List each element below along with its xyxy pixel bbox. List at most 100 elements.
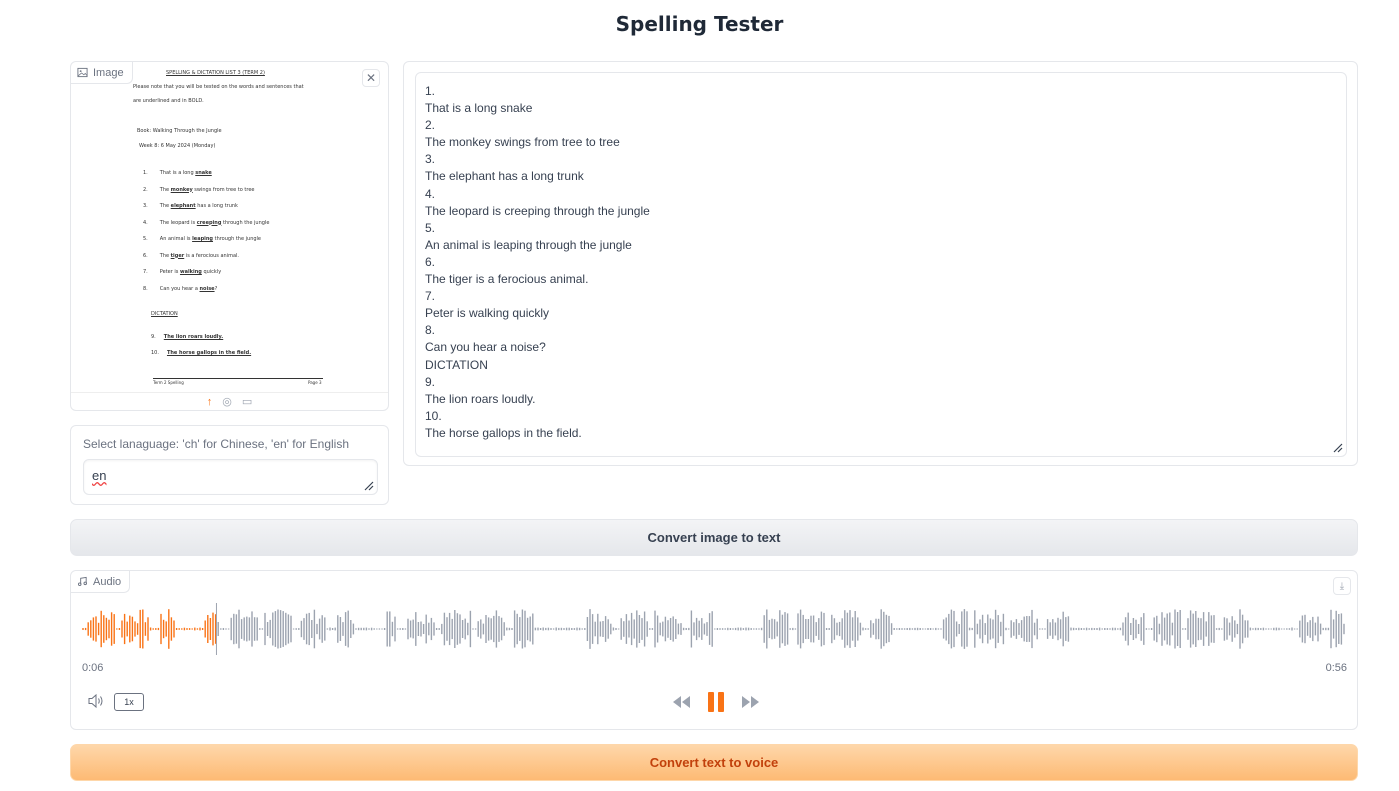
page-title: Spelling Tester <box>615 12 784 36</box>
output-line: 5. <box>425 220 436 235</box>
doc-item-number: 5. <box>143 236 148 242</box>
output-line: The horse gallops in the field. <box>425 425 582 440</box>
download-icon: ⤓ <box>1339 580 1345 592</box>
doc-item-text: ? <box>214 285 218 292</box>
doc-item-text: is a ferocious animal. <box>184 252 239 259</box>
doc-item-number: 4. <box>143 219 148 226</box>
doc-item-word: noise <box>199 285 215 292</box>
doc-item-number: 6. <box>143 252 148 259</box>
doc-item: 1. That is a long snake <box>143 170 212 176</box>
clear-image-button[interactable]: ✕ <box>362 69 380 87</box>
doc-item-text: Can you hear a <box>159 285 200 292</box>
output-textarea[interactable]: 1. That is a long snake 2. The monkey swing… <box>415 72 1347 457</box>
doc-item-number: 9. <box>151 334 156 340</box>
doc-item: 3. The elephant has a long trunk <box>143 203 238 209</box>
image-block-label: Image <box>71 62 133 84</box>
download-audio-button[interactable]: ⤓ <box>1333 577 1351 595</box>
music-icon <box>78 576 87 586</box>
resize-handle-icon[interactable] <box>1331 441 1343 453</box>
doc-item-text: through the jungle <box>221 219 270 226</box>
output-line: That is a long snake <box>425 101 533 116</box>
output-line: 9. <box>425 374 436 389</box>
doc-item-text: quickly <box>201 269 222 275</box>
rewind-icon[interactable] <box>671 695 691 709</box>
output-line: The leopard is creeping through the jung… <box>425 203 650 218</box>
doc-footer-right: Page 3 <box>308 380 322 385</box>
doc-intro-1: Please note that you will be tested on t… <box>133 84 304 90</box>
doc-dictation-text: The lion roars loudly. <box>163 334 224 340</box>
output-line: 7. <box>425 289 436 304</box>
doc-heading: SPELLING & DICTATION LIST 3 (TERM 2) <box>166 70 265 76</box>
image-label-text: Image <box>93 66 124 79</box>
close-icon: ✕ <box>365 71 377 85</box>
output-line: 10. <box>425 408 442 423</box>
doc-item-text: An animal is <box>159 236 193 242</box>
output-text-panel: 1. That is a long snake 2. The monkey swing… <box>403 61 1358 466</box>
duration-time: 0:56 <box>1325 662 1347 674</box>
convert-text-to-voice-button[interactable]: Convert text to voice <box>70 744 1358 781</box>
doc-item-text: swings from tree to tree <box>192 186 255 193</box>
doc-item-text: through the jungle <box>213 236 262 242</box>
doc-item-text: Peter is <box>159 269 180 275</box>
pause-icon[interactable] <box>707 691 725 713</box>
doc-item-number: 8. <box>143 285 148 292</box>
doc-item: 5. An animal is leaping through the jungl… <box>143 236 261 242</box>
doc-item-word: walking <box>179 269 202 275</box>
output-line: 2. <box>425 118 436 133</box>
doc-week: Week 8: 6 May 2024 (Monday) <box>139 143 216 149</box>
doc-item-word: creeping <box>196 219 222 226</box>
audio-block-label: Audio <box>71 571 131 593</box>
upload-icon[interactable]: ↑ <box>207 396 213 408</box>
fast-forward-icon[interactable] <box>741 695 761 709</box>
audio-waveform[interactable] <box>81 601 1347 657</box>
doc-item-number: 3. <box>143 203 148 209</box>
doc-footer-left: Term 2 Spelling <box>153 380 184 385</box>
output-line: 8. <box>425 323 436 338</box>
volume-icon[interactable] <box>87 693 105 709</box>
doc-item-text: The <box>159 252 171 259</box>
doc-item-number: 7. <box>143 269 148 275</box>
output-line: DICTATION <box>425 357 488 372</box>
playback-rate-button[interactable]: 1x <box>114 693 144 711</box>
doc-book: Book: Walking Through the Jungle <box>137 128 222 134</box>
output-line: The tiger is a ferocious animal. <box>425 272 589 287</box>
output-line: The monkey swings from tree to tree <box>425 135 620 150</box>
output-line: 6. <box>425 254 436 269</box>
doc-dictation-heading: DICTATION <box>151 311 178 317</box>
output-line: 3. <box>425 152 436 167</box>
doc-item-word: monkey <box>170 186 193 193</box>
output-line: 4. <box>425 186 436 201</box>
output-line: Peter is walking quickly <box>425 306 550 321</box>
doc-intro-2: are underlined and in BOLD. <box>133 98 204 104</box>
doc-item-word: elephant <box>170 203 196 209</box>
resize-handle-icon[interactable] <box>362 479 374 491</box>
image-upload-panel[interactable]: Image ✕ SPELLING & DICTATION LIST 3 (TER… <box>70 61 389 411</box>
image-source-toolbar: ↑ ◎ ▭ <box>71 392 388 410</box>
doc-item-number: 2. <box>143 186 148 193</box>
doc-item: 6. The tiger is a ferocious animal. <box>143 253 239 259</box>
doc-item-text: has a long trunk <box>195 203 238 209</box>
doc-item-text: The <box>159 203 171 209</box>
doc-dictation-item: 10. The horse gallops in the field. <box>151 350 251 356</box>
output-line: Can you hear a noise? <box>425 340 546 355</box>
doc-item: 7. Peter is walking quickly <box>143 269 221 275</box>
audio-controls: 1x <box>71 687 1357 717</box>
output-line: The lion roars loudly. <box>425 391 536 406</box>
doc-dictation-text: The horse gallops in the field. <box>166 350 252 356</box>
doc-item-text: The <box>159 186 171 193</box>
webcam-icon[interactable]: ◎ <box>222 395 232 408</box>
doc-item-word: snake <box>195 170 212 176</box>
doc-dictation-item: 9. The lion roars loudly. <box>151 334 223 340</box>
current-time: 0:06 <box>82 662 104 674</box>
playback-controls <box>671 687 761 717</box>
doc-item-word: tiger <box>170 252 185 259</box>
doc-item-word: leaping <box>192 236 214 242</box>
output-line: 1. <box>425 84 436 98</box>
language-input[interactable]: en <box>83 459 378 495</box>
audio-label-text: Audio <box>93 575 122 588</box>
output-line: An animal is leaping through the jungle <box>425 237 632 252</box>
output-line: The elephant has a long trunk <box>425 169 584 184</box>
clipboard-icon[interactable]: ▭ <box>242 395 252 408</box>
convert-image-to-text-button[interactable]: Convert image to text <box>70 519 1358 556</box>
doc-item-number: 1. <box>143 170 148 176</box>
